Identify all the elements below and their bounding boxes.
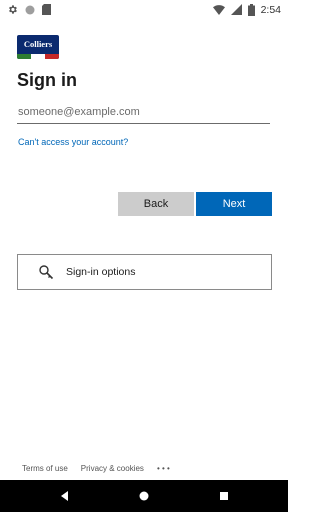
signin-options-button[interactable]: Sign-in options <box>17 254 272 290</box>
status-bar-left <box>7 3 51 16</box>
recents-square-icon[interactable] <box>216 488 232 504</box>
logo-stripe-red <box>45 54 59 59</box>
signin-options-label: Sign-in options <box>66 266 136 278</box>
key-search-icon <box>39 265 54 280</box>
android-nav-bar <box>0 480 288 512</box>
wifi-icon <box>212 5 225 15</box>
next-button[interactable]: Next <box>196 192 272 216</box>
battery-icon <box>247 3 255 16</box>
page-title: Sign in <box>17 70 77 90</box>
footer: Terms of use Privacy & cookies • • • <box>22 464 170 473</box>
cant-access-account-link[interactable]: Can't access your account? <box>18 137 128 147</box>
logo-stripe <box>17 54 59 59</box>
back-triangle-icon[interactable] <box>57 488 73 504</box>
circle-icon <box>25 5 35 14</box>
back-button[interactable]: Back <box>118 192 194 216</box>
terms-of-use-link[interactable]: Terms of use <box>22 464 68 473</box>
home-circle-icon[interactable] <box>136 488 152 504</box>
colliers-logo: Colliers <box>17 35 59 59</box>
logo-stripe-white <box>31 54 45 59</box>
status-bar-right: 2:54 <box>212 3 281 16</box>
status-time: 2:54 <box>260 3 281 16</box>
logo-text: Colliers <box>23 39 53 49</box>
email-field[interactable] <box>17 100 270 124</box>
status-bar: 2:54 <box>0 0 288 19</box>
logo-stripe-green <box>17 54 31 59</box>
gear-icon <box>9 5 17 14</box>
signal-icon <box>230 4 242 15</box>
privacy-cookies-link[interactable]: Privacy & cookies <box>81 464 144 473</box>
more-options-button[interactable]: • • • <box>157 464 170 473</box>
sd-card-icon <box>42 4 51 15</box>
